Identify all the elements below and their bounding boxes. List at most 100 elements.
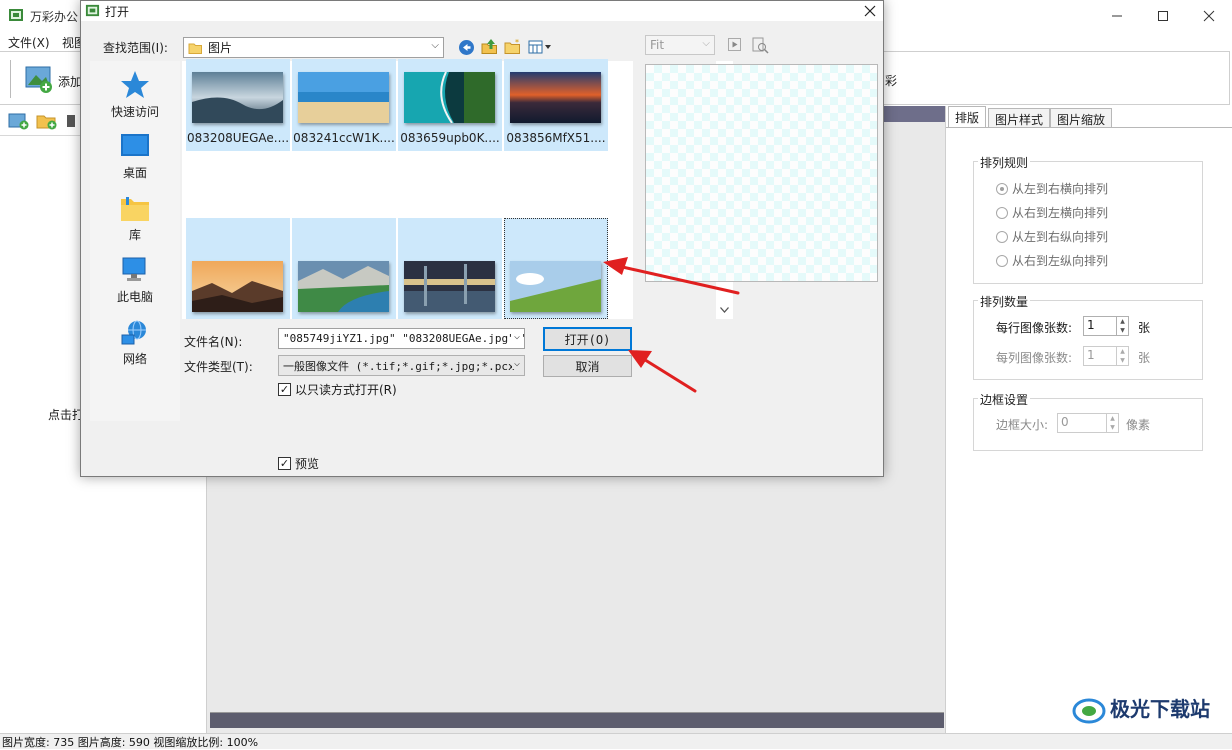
file-thumbnail[interactable] — [398, 218, 502, 319]
tab-image-style[interactable]: 图片样式 — [988, 108, 1051, 128]
checkbox-checked-icon: ✓ — [278, 383, 291, 396]
thumbnail-image — [298, 261, 389, 312]
add-image-icon — [25, 66, 52, 93]
place-desktop[interactable]: 桌面 — [90, 133, 180, 181]
radio-label: 从右到左纵向排列 — [1012, 254, 1109, 268]
per-col-stepper[interactable]: 1 ▲ ▼ — [1083, 346, 1129, 366]
per-row-spin-buttons[interactable]: ▲ ▼ — [1117, 316, 1129, 336]
new-folder-icon[interactable]: * — [504, 39, 522, 55]
add-image-button[interactable]: 添加 — [22, 62, 82, 98]
cancel-button[interactable]: 取消 — [543, 355, 632, 377]
look-in-label: 查找范围(I): — [103, 41, 168, 55]
file-name: 083208UEGAe.... — [186, 131, 290, 145]
place-quick-access[interactable]: 快速访问 — [90, 70, 180, 120]
filename-combo[interactable]: "085749jiYZ1.jpg" "083208UEGAe.jpg" " ⌵ — [278, 328, 525, 349]
border-title: 边框设置 — [978, 391, 1031, 408]
star-icon — [121, 71, 149, 98]
add-label: 添加 — [58, 75, 83, 89]
dialog-logo-icon — [85, 4, 100, 17]
preview-checkbox[interactable]: ✓ 预览 — [278, 455, 319, 472]
up-folder-icon[interactable] — [481, 38, 498, 55]
radio-rtl-vertical[interactable]: 从右到左纵向排列 — [996, 252, 1108, 269]
file-thumbnail[interactable]: 083208UEGAe.... — [186, 59, 290, 151]
per-col-input[interactable]: 1 — [1083, 346, 1117, 366]
close-window-button[interactable] — [1186, 0, 1232, 31]
thumbnail-image — [192, 261, 283, 312]
right-panel: 排版 图片样式 图片缩放 排列规则 从左到右横向排列 从右到左横向排列 从左到右… — [945, 106, 1232, 733]
radio-label: 从左到右横向排列 — [1012, 182, 1109, 196]
radio-ltr-horizontal[interactable]: 从左到右横向排列 — [996, 180, 1108, 197]
file-name: 083659upb0K.... — [400, 131, 500, 145]
filetype-combo[interactable]: 一般图像文件 (*.tif;*.gif;*.jpg;*.pcx ⌵ — [278, 355, 525, 376]
tab-image-scale[interactable]: 图片缩放 — [1050, 108, 1113, 128]
maximize-button[interactable] — [1140, 0, 1186, 31]
view-menu-icon[interactable] — [528, 40, 554, 55]
place-label: 库 — [128, 228, 141, 242]
border-size-stepper[interactable]: 0 ▲ ▼ — [1057, 413, 1119, 433]
chevron-down-icon: ⌵ — [511, 358, 520, 369]
border-size-input[interactable]: 0 — [1057, 413, 1107, 433]
border-group: 边框设置 边框大小: 0 ▲ ▼ 像素 — [973, 391, 1203, 451]
file-thumbnail[interactable]: 083856MfX51.... — [504, 59, 608, 151]
tab-baseline — [946, 127, 1232, 128]
list-view-icon[interactable] — [66, 112, 76, 130]
chevron-down-icon: ⌵ — [431, 40, 439, 51]
maximize-icon — [1158, 10, 1168, 21]
dialog-close-button[interactable] — [857, 1, 883, 21]
filename-label: 文件名(N): — [184, 335, 243, 349]
place-library[interactable]: 库 — [90, 195, 180, 243]
place-label: 此电脑 — [116, 290, 153, 304]
layout-rules-group: 排列规则 从左到右横向排列 从右到左横向排列 从左到右纵向排列 从右到左纵向排列 — [973, 154, 1203, 284]
per-row-input[interactable]: 1 — [1083, 316, 1117, 336]
radio-ltr-vertical[interactable]: 从左到右纵向排列 — [996, 228, 1108, 245]
filename-value[interactable]: "085749jiYZ1.jpg" "083208UEGAe.jpg" " — [283, 332, 524, 345]
watermark-logo-icon — [1072, 698, 1106, 723]
preview-fit-combo[interactable]: Fit ⌵ — [645, 35, 715, 55]
statusbar: 图片宽度: 735 图片高度: 590 视图缩放比例: 100% — [0, 733, 1232, 749]
file-thumbnail[interactable]: 083241ccW1K.... — [292, 59, 396, 151]
thumbnail-image — [298, 72, 389, 123]
per-col-label: 每列图像张数: — [996, 351, 1073, 365]
radio-indicator — [996, 182, 1008, 195]
tab-layout[interactable]: 排版 — [948, 106, 987, 128]
readonly-checkbox[interactable]: ✓ 以只读方式打开(R) — [278, 381, 397, 398]
radio-rtl-horizontal[interactable]: 从右到左横向排列 — [996, 204, 1108, 221]
radio-indicator — [996, 254, 1008, 267]
open-button[interactable]: 打开(O) — [543, 327, 632, 351]
look-in-value: 图片 — [208, 41, 233, 55]
file-name: 083241ccW1K.... — [293, 131, 395, 145]
left-panel-hint: 点击打 — [48, 408, 85, 422]
watermark: 极光下载站 — [1072, 693, 1210, 726]
look-in-combo[interactable]: 图片 ⌵ — [183, 37, 444, 58]
open-dialog: 打开 查找范围(I): 图片 ⌵ * Fit ⌵ 快速访问 桌面 库 此电脑 网… — [80, 0, 884, 477]
chevron-down-icon: ⌵ — [702, 38, 710, 49]
file-thumbnail[interactable]: 083659upb0K.... — [398, 59, 502, 151]
library-folder-icon — [121, 197, 149, 221]
per-row-stepper[interactable]: 1 ▲ ▼ — [1083, 316, 1129, 336]
file-thumbnail[interactable] — [186, 218, 290, 319]
back-icon[interactable] — [458, 39, 475, 56]
count-title: 排列数量 — [978, 293, 1031, 310]
per-col-spin-buttons[interactable]: ▲ ▼ — [1117, 346, 1129, 366]
close-icon — [864, 5, 876, 17]
per-row-label: 每行图像张数: — [996, 321, 1073, 335]
toolbar-right-label: 彩 — [885, 74, 898, 88]
add-folder-icon[interactable] — [36, 112, 58, 130]
file-thumbnail-focused[interactable] — [504, 218, 608, 319]
add-image-small-icon[interactable] — [8, 112, 30, 130]
menu-file[interactable]: 文件(X) — [8, 34, 50, 51]
thumbnail-image — [510, 72, 601, 123]
svg-text:*: * — [515, 39, 519, 47]
border-size-unit: 像素 — [1126, 418, 1151, 432]
minimize-button[interactable] — [1094, 0, 1140, 31]
readonly-label: 以只读方式打开(R) — [295, 383, 397, 397]
play-icon[interactable] — [728, 38, 742, 52]
radio-indicator — [996, 230, 1008, 243]
place-this-pc[interactable]: 此电脑 — [90, 257, 180, 305]
scroll-down-icon[interactable] — [720, 307, 729, 313]
thumbnail-image — [510, 261, 601, 312]
zoom-preview-icon[interactable] — [752, 37, 769, 54]
place-network[interactable]: 网络 — [90, 319, 180, 367]
file-thumbnail[interactable] — [292, 218, 396, 319]
border-size-spin-buttons[interactable]: ▲ ▼ — [1107, 413, 1119, 433]
